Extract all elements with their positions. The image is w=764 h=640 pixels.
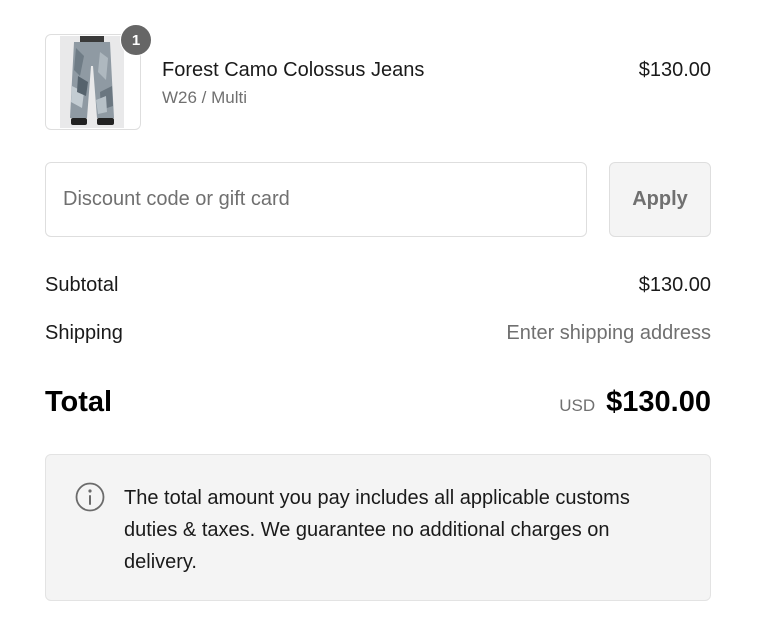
product-name: Forest Camo Colossus Jeans (162, 59, 425, 81)
total-value: USD $130.00 (559, 382, 711, 422)
order-summary: 1 Forest Camo Colossus Jeans W26 / Multi… (0, 0, 764, 640)
product-price: $130.00 (638, 59, 711, 81)
shipping-label: Shipping (45, 322, 123, 344)
subtotal-label: Subtotal (45, 274, 119, 296)
product-variant: W26 / Multi (162, 88, 248, 107)
total-label: Total (45, 386, 113, 418)
apply-discount-button[interactable]: Apply (609, 162, 711, 237)
duties-notice: The total amount you pay includes all ap… (45, 454, 711, 601)
jeans-product-image (60, 36, 124, 128)
line-item: 1 Forest Camo Colossus Jeans W26 / Multi… (45, 24, 711, 130)
product-thumbnail: 1 (45, 24, 152, 130)
notice-text: The total amount you pay includes all ap… (124, 487, 630, 573)
total-amount: $130.00 (606, 386, 711, 418)
shipping-value: Enter shipping address (506, 322, 711, 344)
info-icon (75, 482, 105, 512)
discount-code-input[interactable] (45, 162, 587, 237)
subtotal-row: Subtotal $130.00 (45, 272, 711, 298)
shipping-row: Shipping Enter shipping address (45, 320, 711, 346)
subtotal-value: $130.00 (638, 274, 711, 296)
quantity-badge: 1 (120, 24, 152, 56)
total-currency: USD (559, 396, 596, 415)
total-row: Total USD $130.00 (45, 382, 711, 422)
